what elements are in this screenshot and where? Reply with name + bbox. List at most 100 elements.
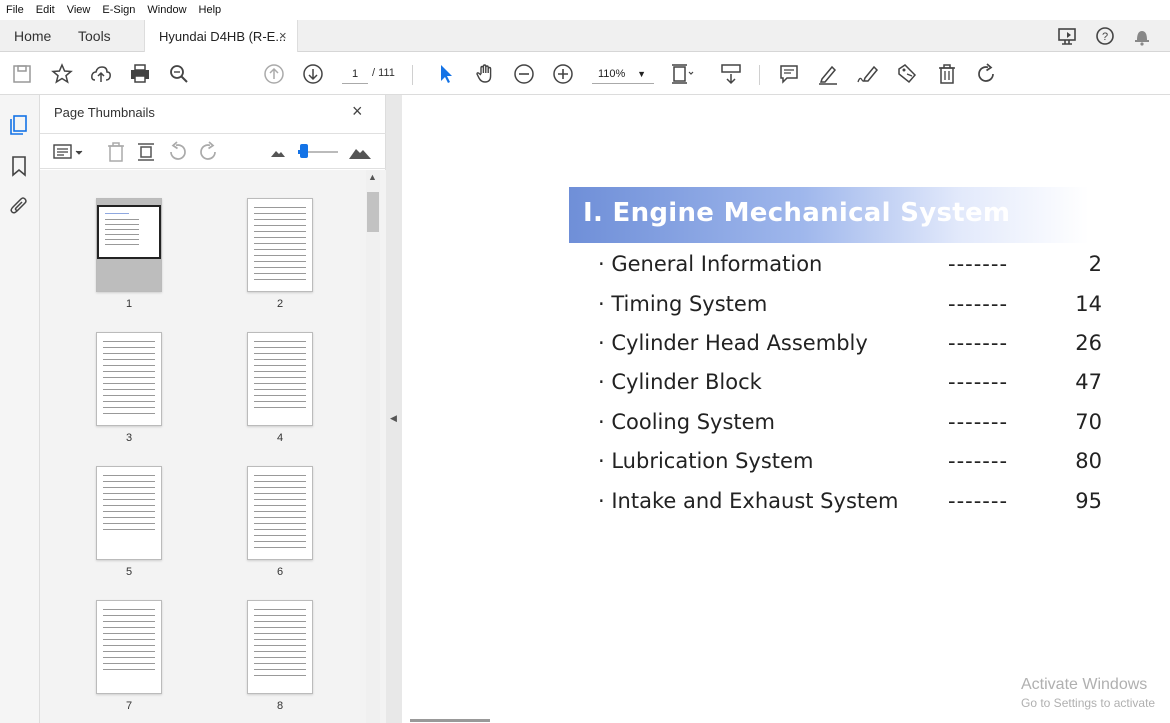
watermark-line-2: Go to Settings to activate [1021,696,1156,710]
page-thumbnails-panel: Page Thumbnails × 1 2 3 4 5 6 7 8 ▲ [40,95,386,723]
tab-close-icon[interactable]: × [279,28,287,43]
toc-page: 2 [1088,252,1102,276]
toc-page: 14 [1075,292,1102,316]
rotate-left-icon[interactable] [166,140,190,164]
attachments-icon[interactable] [8,195,30,217]
toolbar-divider [759,65,760,85]
thumbnail-page-2[interactable] [247,198,313,292]
thumbnail-label: 6 [276,566,284,578]
select-cursor-icon[interactable] [434,62,458,86]
thumbnail-label: 8 [276,700,284,712]
toc-leader: ------- [948,489,1009,513]
toc-page: 80 [1075,449,1102,473]
zoom-in-icon[interactable] [551,62,575,86]
toc-page: 95 [1075,489,1102,513]
save-icon[interactable] [10,62,34,86]
highlight-pen-icon[interactable] [816,62,840,86]
tab-home[interactable]: Home [14,28,51,44]
menu-esign[interactable]: E-Sign [102,4,135,16]
panel-close-icon[interactable]: × [352,101,363,122]
toc-page: 70 [1075,410,1102,434]
zoom-out-icon[interactable] [512,62,536,86]
menu-help[interactable]: Help [199,4,222,16]
toc-label: · General Information [598,252,823,276]
scroll-mode-icon[interactable] [719,62,743,86]
panel-title: Page Thumbnails [54,105,155,120]
toc-label: · Cylinder Block [598,370,762,394]
toc-entry: · Timing System ------- 14 [598,292,1108,322]
rotate-right-icon[interactable] [196,140,220,164]
toc-page: 26 [1075,331,1102,355]
toc-leader: ------- [948,331,1009,355]
zoom-level-select[interactable]: 110% ▼ [592,64,654,84]
scroll-up-icon[interactable]: ▲ [368,172,377,182]
thumbnail-page-3[interactable] [96,332,162,426]
thumbnail-scrollbar[interactable]: ▲ [366,170,380,723]
toc-page: 47 [1075,370,1102,394]
delete-page-icon[interactable] [104,140,128,164]
tab-document[interactable]: Hyundai D4HB (R-E... × [144,20,298,52]
rotate-icon[interactable] [974,62,998,86]
scrollbar-thumb[interactable] [367,192,379,232]
upload-cloud-icon[interactable] [89,62,113,86]
page-thumbnails-icon[interactable] [8,113,30,135]
horizontal-scrollbar[interactable] [410,719,490,722]
menu-edit[interactable]: Edit [36,4,55,16]
previous-page-icon[interactable] [262,62,286,86]
toc-leader: ------- [948,410,1009,434]
thumbnail-page-5[interactable] [96,466,162,560]
draw-signature-icon[interactable] [856,62,880,86]
zoom-level-value: 110% [598,68,626,80]
thumbnail-label: 3 [125,432,133,444]
print-icon[interactable] [128,62,152,86]
toc-label: · Lubrication System [598,449,814,473]
bell-icon[interactable] [1131,26,1153,46]
help-icon[interactable]: ? [1094,26,1116,46]
thumbnail-page-1[interactable] [96,198,162,292]
delete-trash-icon[interactable] [935,62,959,86]
hand-tool-icon[interactable] [473,62,497,86]
stamp-icon[interactable] [895,62,919,86]
tab-bar: Home Tools Hyundai D4HB (R-E... × ? [0,20,1170,52]
section-title: Ⅰ. Engine Mechanical System [583,198,1011,228]
options-menu-icon[interactable] [52,140,86,164]
toc-label: · Intake and Exhaust System [598,489,899,513]
thumbnail-page-8[interactable] [247,600,313,694]
collapse-panel-icon[interactable]: ◀ [390,413,397,424]
bookmark-star-icon[interactable] [50,62,74,86]
slider-handle[interactable] [300,144,308,158]
page-number-input[interactable]: 1 [342,64,368,84]
menu-view[interactable]: View [67,4,91,16]
svg-text:?: ? [1102,31,1108,43]
menu-file[interactable]: File [6,4,24,16]
share-screen-icon[interactable] [1057,26,1079,46]
document-viewer[interactable]: Ⅰ. Engine Mechanical System · General In… [402,95,1170,723]
current-page-viewport[interactable] [97,205,161,259]
thumbnail-label: 2 [276,298,284,310]
thumbnail-label: 7 [125,700,133,712]
toc-leader: ------- [948,252,1009,276]
large-mountain-icon [348,140,372,164]
menu-bar: File Edit View E-Sign Window Help [0,0,1170,20]
thumbnail-label: 4 [276,432,284,444]
comment-icon[interactable] [777,62,801,86]
activation-watermark: Activate Windows Go to Settings to activ… [1021,676,1155,710]
page-display-icon[interactable] [670,62,694,86]
toc-leader: ------- [948,370,1009,394]
thumbnail-page-7[interactable] [96,600,162,694]
next-page-icon[interactable] [301,62,325,86]
bookmarks-icon[interactable] [8,155,30,177]
search-zoom-icon[interactable] [167,62,191,86]
small-mountain-icon [266,140,290,164]
thumbnail-page-4[interactable] [247,332,313,426]
panel-splitter[interactable]: ◀ [386,95,402,723]
thumbnail-page-6[interactable] [247,466,313,560]
toc-leader: ------- [948,449,1009,473]
insert-page-icon[interactable] [134,140,158,164]
tab-tools[interactable]: Tools [78,28,111,44]
menu-window[interactable]: Window [147,4,186,16]
toc-label: · Timing System [598,292,768,316]
thumbnail-list[interactable]: 1 2 3 4 5 6 7 8 ▲ [40,170,386,723]
section-banner: Ⅰ. Engine Mechanical System [569,187,1089,243]
tab-document-title: Hyundai D4HB (R-E... [159,29,287,44]
